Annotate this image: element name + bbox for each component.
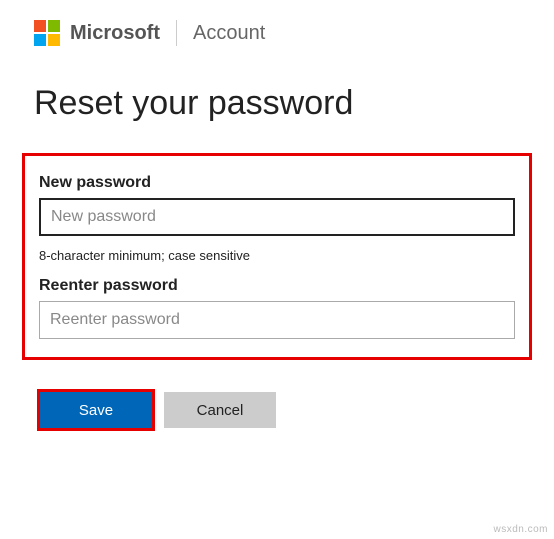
reenter-password-input[interactable] bbox=[39, 301, 515, 339]
new-password-input[interactable] bbox=[39, 198, 515, 236]
cancel-button[interactable]: Cancel bbox=[164, 392, 276, 428]
watermark: wsxdn.com bbox=[493, 524, 548, 535]
header-section: Account bbox=[193, 22, 265, 45]
header: Microsoft Account bbox=[0, 0, 554, 46]
password-form: New password 8-character minimum; case s… bbox=[22, 153, 532, 360]
save-button[interactable]: Save bbox=[40, 392, 152, 428]
microsoft-logo-icon bbox=[34, 20, 60, 46]
reenter-password-label: Reenter password bbox=[39, 277, 515, 295]
new-password-label: New password bbox=[39, 174, 515, 192]
page-title: Reset your password bbox=[0, 46, 554, 123]
password-hint: 8-character minimum; case sensitive bbox=[39, 248, 515, 263]
button-row: Save Cancel bbox=[40, 392, 554, 428]
header-divider bbox=[176, 20, 177, 46]
brand-name: Microsoft bbox=[70, 22, 160, 45]
